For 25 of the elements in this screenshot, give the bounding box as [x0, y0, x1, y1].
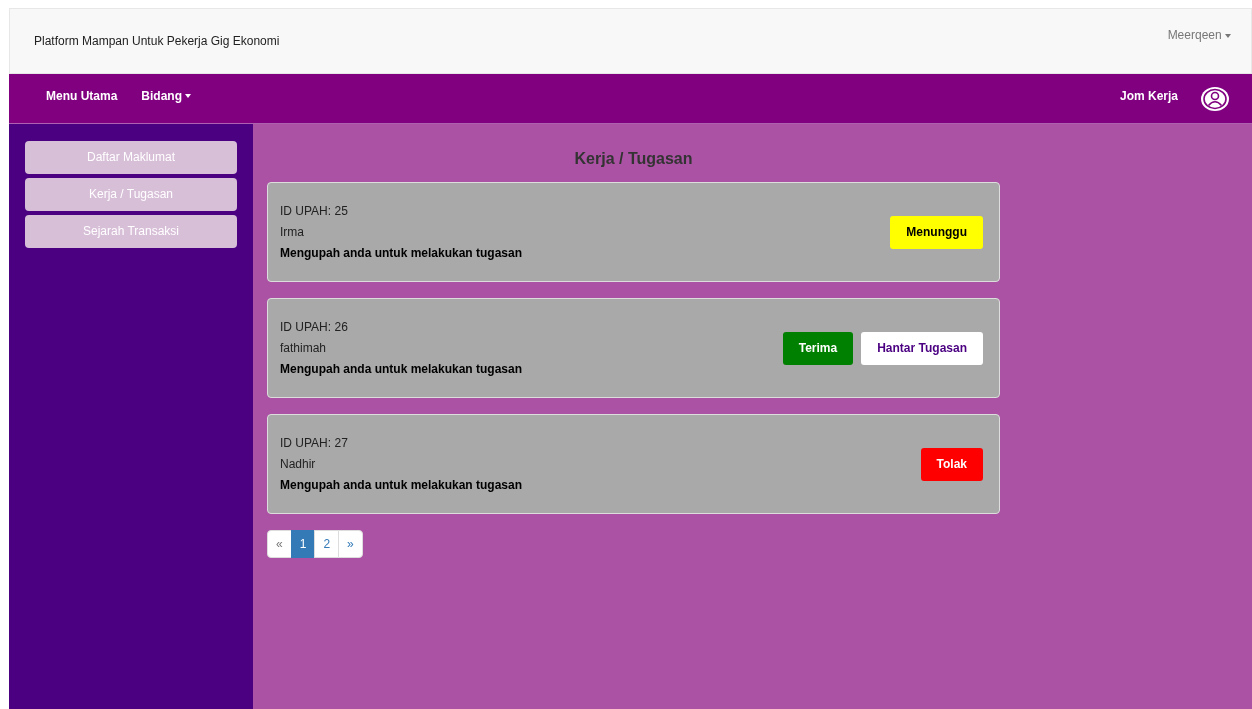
- nav-link[interactable]: Menu Utama: [46, 88, 118, 103]
- action-button[interactable]: Tolak: [920, 447, 983, 481]
- nav-link[interactable]: Bidang: [141, 88, 192, 103]
- job-message: Mengupah anda untuk melakukan tugasan: [280, 246, 523, 260]
- brand-title: Platform Mampan Untuk Pekerja Gig Ekonomi: [34, 34, 280, 48]
- job-id: ID UPAH: 25: [280, 204, 349, 218]
- user-avatar-icon[interactable]: [1200, 85, 1230, 112]
- nav-link[interactable]: Jom Kerja: [1119, 88, 1178, 103]
- employer-name: fathimah: [280, 341, 328, 355]
- job-message: Mengupah anda untuk melakukan tugasan: [280, 362, 523, 376]
- user-menu[interactable]: Meerqeen: [1167, 28, 1231, 42]
- job-message: Mengupah anda untuk melakukan tugasan: [280, 478, 523, 492]
- action-button[interactable]: Terima: [782, 331, 854, 365]
- employer-name: Nadhir: [280, 457, 317, 471]
- caret-icon: [1225, 33, 1231, 38]
- action-button[interactable]: Hantar Tugasan: [861, 331, 983, 365]
- employer-name: Irma: [280, 225, 305, 239]
- page-link[interactable]: 2: [314, 530, 340, 558]
- page-title: Kerja / Tugasan: [573, 150, 694, 168]
- job-id: ID UPAH: 27: [280, 436, 349, 450]
- page-link[interactable]: «: [267, 530, 292, 558]
- page-link[interactable]: »: [338, 530, 363, 558]
- action-button[interactable]: Menunggu: [890, 215, 983, 249]
- job-id: ID UPAH: 26: [280, 320, 349, 334]
- caret-icon: [185, 94, 192, 99]
